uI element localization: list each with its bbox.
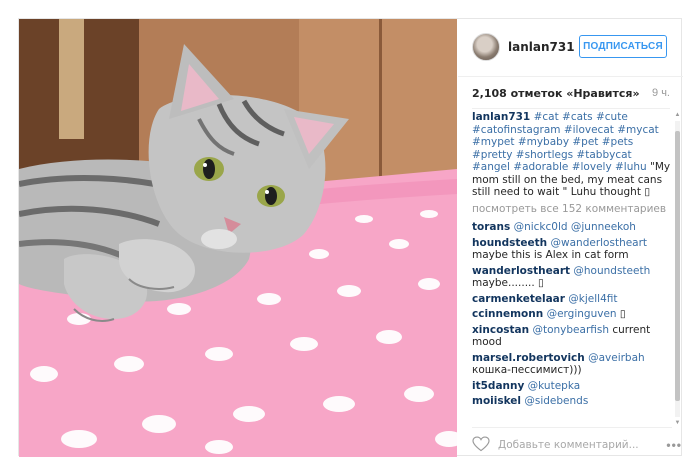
post-timestamp[interactable]: 9 ч. xyxy=(652,87,670,99)
comment-input[interactable] xyxy=(498,438,638,452)
comment-username[interactable]: ccinnemonn xyxy=(472,308,543,320)
post-photo[interactable] xyxy=(19,19,457,457)
avatar[interactable] xyxy=(472,33,500,61)
comment-item: moiiskel @sidebends xyxy=(472,395,672,408)
comment-mention[interactable]: @aveirbah xyxy=(588,352,645,364)
comment-username[interactable]: xincostan xyxy=(472,324,529,336)
comment-mention[interactable]: @wanderlostheart xyxy=(551,237,648,249)
comment-username[interactable]: carmenketelaar xyxy=(472,293,565,305)
comment-mention[interactable]: @nickc0ld @junneekoh xyxy=(514,221,636,233)
view-all-comments-link[interactable]: посмотреть все 152 комментариев xyxy=(472,203,672,216)
follow-button[interactable]: ПОДПИСАТЬСЯ xyxy=(579,35,667,58)
comment-username[interactable]: houndsteeth xyxy=(472,237,547,249)
comment-text: maybe this is Alex in cat form xyxy=(472,249,629,261)
scroll-thumb[interactable] xyxy=(675,131,680,401)
post-meta: 2,108 отметок «Нравится» 9 ч. xyxy=(472,77,670,109)
comment-mention[interactable]: @kjell4fit xyxy=(568,293,617,305)
scroll-down-arrow-icon[interactable]: ▼ xyxy=(674,419,681,427)
comment-item: carmenketelaar @kjell4fit xyxy=(472,293,672,306)
comment-item: torans @nickc0ld @junneekoh xyxy=(472,221,672,234)
comment-text: maybe........ ▯ xyxy=(472,277,544,289)
author-username[interactable]: lanlan731 xyxy=(508,40,575,54)
comment-mention[interactable]: @erginguven xyxy=(547,308,617,320)
post-header: lanlan731 ПОДПИСАТЬСЯ xyxy=(458,19,683,77)
comment-item: wanderlostheart @houndsteeth maybe......… xyxy=(472,265,672,290)
comment-username[interactable]: torans xyxy=(472,221,510,233)
comment-username[interactable]: marsel.robertovich xyxy=(472,352,585,364)
comment-item: houndsteeth @wanderlostheart maybe this … xyxy=(472,237,672,262)
comment-mention[interactable]: @kutepka xyxy=(528,380,581,392)
comment-item: xincostan @tonybearfish current mood xyxy=(472,324,672,349)
comment-mention[interactable]: @houndsteeth xyxy=(573,265,650,277)
more-options-icon[interactable]: ••• xyxy=(666,438,682,452)
cat-photo-illustration xyxy=(19,19,457,457)
comment-item: ccinnemonn @erginguven ▯ xyxy=(472,308,672,321)
heart-icon[interactable] xyxy=(472,436,490,452)
comments-list: lanlan731 #cat #cats #cute #catofinstagr… xyxy=(472,111,672,423)
comment-username[interactable]: it5danny xyxy=(472,380,524,392)
comment-text: кошка-пессимист))) xyxy=(472,364,582,376)
comment-username[interactable]: wanderlostheart xyxy=(472,265,570,277)
comment-footer: ••• xyxy=(472,427,681,455)
comment-username[interactable]: moiiskel xyxy=(472,395,521,407)
comment-item: it5danny @kutepka xyxy=(472,380,672,393)
caption-username[interactable]: lanlan731 xyxy=(472,111,530,123)
comment-text: ▯ xyxy=(616,308,626,320)
comment-item: marsel.robertovich @aveirbah кошка-песси… xyxy=(472,352,672,377)
comments-scrollbar[interactable]: ▲ ▼ xyxy=(674,111,681,427)
comment-mention[interactable]: @tonybearfish xyxy=(532,324,609,336)
comment-mention[interactable]: @sidebends xyxy=(524,395,588,407)
likes-count[interactable]: 2,108 отметок «Нравится» xyxy=(472,87,640,100)
caption: lanlan731 #cat #cats #cute #catofinstagr… xyxy=(472,111,672,199)
scroll-up-arrow-icon[interactable]: ▲ xyxy=(674,111,681,119)
post-sidebar: lanlan731 ПОДПИСАТЬСЯ 2,108 отметок «Нра… xyxy=(458,19,683,457)
instagram-post: lanlan731 ПОДПИСАТЬСЯ 2,108 отметок «Нра… xyxy=(18,18,683,457)
